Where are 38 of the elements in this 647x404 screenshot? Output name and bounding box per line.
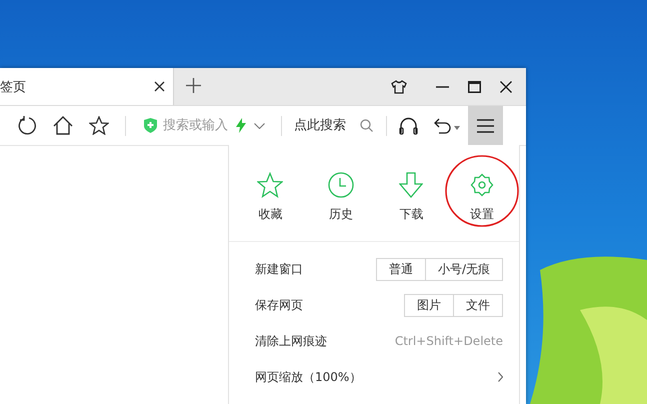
menu-item-label[interactable]: 清除上网痕迹 [255, 332, 327, 350]
menu-option-button[interactable]: 图片 [404, 294, 454, 316]
home-icon[interactable] [53, 116, 73, 135]
close-icon[interactable] [154, 81, 165, 92]
menu-shortcut-item[interactable]: 下载 [386, 172, 436, 223]
chevron-down-icon[interactable] [254, 122, 265, 128]
address-field[interactable]: 搜索或输入 [144, 118, 228, 133]
shirt-icon[interactable] [391, 80, 407, 94]
keyboard-shortcut: Ctrl+Shift+Delete [394, 334, 503, 348]
menu-icon [477, 118, 494, 132]
star-icon[interactable] [89, 116, 109, 135]
download-arrow-icon [399, 172, 424, 198]
menu-item-label[interactable]: 网页缩放（100%） [255, 368, 362, 386]
menu-shortcut-item[interactable]: 历史 [316, 172, 366, 223]
maximize-icon[interactable] [468, 80, 481, 92]
search-icon[interactable] [360, 119, 373, 132]
caret-icon[interactable] [454, 126, 460, 130]
star-icon [257, 172, 284, 198]
gear-icon [470, 172, 494, 198]
menu-option-button[interactable]: 普通 [376, 258, 426, 280]
browser-tab[interactable]: 签页 [0, 68, 174, 105]
refresh-icon[interactable] [17, 116, 37, 136]
menu-button[interactable] [468, 106, 503, 145]
search-field[interactable]: 点此搜索 [294, 118, 374, 133]
tab-title: 签页 [0, 78, 26, 96]
menu-shortcut-item[interactable]: 收藏 [245, 172, 296, 223]
menu-option-button[interactable]: 文件 [454, 294, 503, 316]
menu-option-button[interactable]: 小号/无痕 [426, 258, 503, 280]
close-icon[interactable] [500, 80, 512, 92]
chevron-right-icon[interactable] [498, 372, 503, 382]
menu-item-label[interactable]: 保存网页 [255, 296, 303, 314]
undo-icon[interactable] [434, 118, 452, 134]
shield-icon [144, 118, 157, 133]
new-tab-plus-icon[interactable] [186, 78, 201, 93]
menu-item-label[interactable]: 新建窗口 [255, 260, 303, 278]
headphones-icon[interactable] [399, 116, 418, 134]
minimize-icon[interactable] [436, 86, 449, 88]
clock-icon [328, 172, 354, 198]
